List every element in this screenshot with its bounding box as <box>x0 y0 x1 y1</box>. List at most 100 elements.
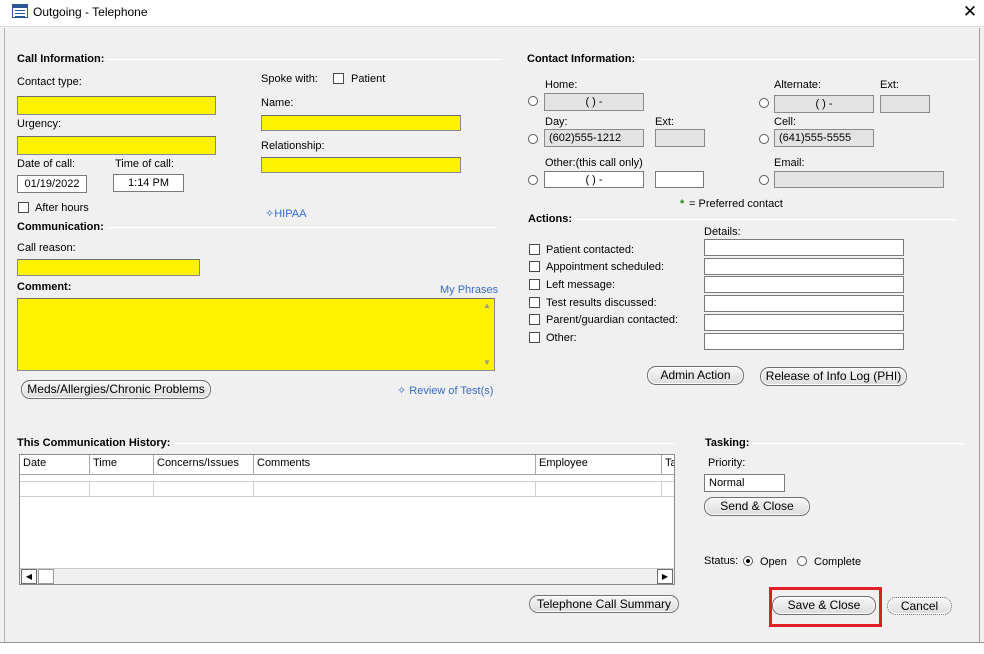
date-of-call-field[interactable]: 01/19/2022 <box>17 175 87 193</box>
time-of-call-field[interactable]: 1:14 PM <box>113 174 184 192</box>
call-reason-select[interactable] <box>17 259 200 276</box>
table-cell <box>20 481 90 496</box>
home-preferred-radio[interactable] <box>528 96 538 106</box>
priority-select[interactable]: Normal <box>704 474 785 492</box>
alternate-ext-field[interactable] <box>880 95 930 113</box>
admin-action-button[interactable]: Admin Action <box>647 366 744 385</box>
action-details-parent-guardian[interactable] <box>704 314 904 331</box>
contact-type-label: Contact type: <box>17 76 82 88</box>
home-phone-field[interactable]: ( ) - <box>544 93 644 111</box>
scroll-down-icon[interactable]: ▼ <box>482 358 492 367</box>
telephone-call-summary-button[interactable]: Telephone Call Summary <box>529 595 679 613</box>
email-label: Email: <box>774 157 805 169</box>
actions-title: Actions: <box>528 213 572 225</box>
email-preferred-radio[interactable] <box>759 175 769 185</box>
scroll-left-icon[interactable]: ◀ <box>21 569 37 584</box>
day-ext-field[interactable] <box>655 129 705 147</box>
day-phone-field[interactable]: (602)555-1212 <box>544 129 644 147</box>
table-cell <box>90 481 154 496</box>
cell-phone-field[interactable]: (641)555-5555 <box>774 129 874 147</box>
call-info-title: Call Information: <box>17 53 105 65</box>
history-rule <box>170 443 675 444</box>
table-cell <box>662 481 674 496</box>
preferred-contact-note: = Preferred contact <box>689 198 783 210</box>
release-of-info-button[interactable]: Release of Info Log (PHI) <box>760 367 907 386</box>
status-complete-radio[interactable] <box>797 556 807 566</box>
time-of-call-label: Time of call: <box>115 158 174 170</box>
day-preferred-radio[interactable] <box>528 134 538 144</box>
action-checkbox-test-results[interactable] <box>529 297 540 308</box>
review-of-tests-link[interactable]: ✧ Review of Test(s) <box>397 384 493 397</box>
table-row[interactable] <box>20 481 674 497</box>
urgency-label: Urgency: <box>17 118 62 130</box>
action-checkbox-appointment-scheduled[interactable] <box>529 261 540 272</box>
details-label: Details: <box>704 226 741 238</box>
action-details-patient-contacted[interactable] <box>704 239 904 256</box>
column-header-employee[interactable]: Employee <box>536 455 662 474</box>
column-header-time[interactable]: Time <box>90 455 154 474</box>
history-title: This Communication History: <box>17 437 171 449</box>
status-label: Status: <box>704 555 739 567</box>
history-header-row: Date Time Concerns/Issues Comments Emplo… <box>20 455 674 475</box>
other-ext-field[interactable] <box>655 171 704 188</box>
meds-allergies-button[interactable]: Meds/Allergies/Chronic Problems <box>21 380 211 399</box>
after-hours-checkbox[interactable] <box>18 202 29 213</box>
cancel-button[interactable]: Cancel <box>887 597 952 615</box>
column-header-task[interactable]: Ta <box>662 455 674 474</box>
scroll-right-icon[interactable]: ▶ <box>657 569 673 584</box>
column-header-comments[interactable]: Comments <box>254 455 536 474</box>
action-checkbox-patient-contacted[interactable] <box>529 244 540 255</box>
action-checkbox-parent-guardian[interactable] <box>529 314 540 325</box>
date-of-call-label: Date of call: <box>17 158 76 170</box>
my-phrases-link[interactable]: My Phrases <box>440 284 498 296</box>
spoke-with-patient-checkbox[interactable] <box>333 73 344 84</box>
tasking-rule <box>751 443 964 444</box>
scroll-thumb[interactable] <box>38 569 54 584</box>
save-and-close-button[interactable]: Save & Close <box>772 596 876 615</box>
table-cell <box>154 481 254 496</box>
column-header-date[interactable]: Date <box>20 455 90 474</box>
comment-textarea[interactable] <box>17 298 495 371</box>
alternate-label: Alternate: <box>774 79 822 91</box>
spoke-with-label: Spoke with: <box>261 73 318 85</box>
call-info-rule <box>106 59 502 60</box>
other-phone-field[interactable]: ( ) - <box>544 171 644 188</box>
action-label-patient-contacted: Patient contacted: <box>546 244 635 256</box>
alternate-preferred-radio[interactable] <box>759 98 769 108</box>
relationship-label: Relationship: <box>261 140 325 152</box>
cell-preferred-radio[interactable] <box>759 134 769 144</box>
action-details-other[interactable] <box>704 333 904 350</box>
actions-rule <box>574 219 956 220</box>
table-cell <box>254 481 536 496</box>
alternate-phone-field[interactable]: ( ) - <box>774 95 874 113</box>
preferred-star-icon: * <box>680 198 685 210</box>
contact-info-title: Contact Information: <box>527 53 636 65</box>
action-checkbox-other[interactable] <box>529 332 540 343</box>
action-details-appointment-scheduled[interactable] <box>704 258 904 275</box>
action-checkbox-left-message[interactable] <box>529 279 540 290</box>
window-title: Outgoing - Telephone <box>33 5 148 19</box>
relationship-select[interactable] <box>261 157 461 173</box>
alternate-ext-label: Ext: <box>880 79 899 91</box>
action-details-test-results[interactable] <box>704 295 904 312</box>
column-header-concerns[interactable]: Concerns/Issues <box>154 455 254 474</box>
email-field[interactable] <box>774 171 944 188</box>
history-hscrollbar[interactable] <box>20 568 674 584</box>
action-label-parent-guardian: Parent/guardian contacted: <box>546 314 679 326</box>
send-and-close-button[interactable]: Send & Close <box>704 497 810 516</box>
contact-type-select[interactable] <box>17 96 216 115</box>
hipaa-link[interactable]: ✧HIPAA <box>265 207 306 220</box>
communication-rule <box>108 227 496 228</box>
name-label: Name: <box>261 97 294 109</box>
urgency-select[interactable] <box>17 136 216 155</box>
name-field[interactable] <box>261 115 461 131</box>
contact-info-rule <box>637 59 976 60</box>
close-icon[interactable]: ✕ <box>958 1 982 23</box>
spoke-with-patient-label: Patient <box>351 73 386 85</box>
after-hours-label: After hours <box>35 202 89 214</box>
other-preferred-radio[interactable] <box>528 175 538 185</box>
status-complete-label: Complete <box>814 556 862 568</box>
status-open-radio[interactable] <box>743 556 753 566</box>
scroll-up-icon[interactable]: ▲ <box>482 301 492 310</box>
action-details-left-message[interactable] <box>704 276 904 293</box>
